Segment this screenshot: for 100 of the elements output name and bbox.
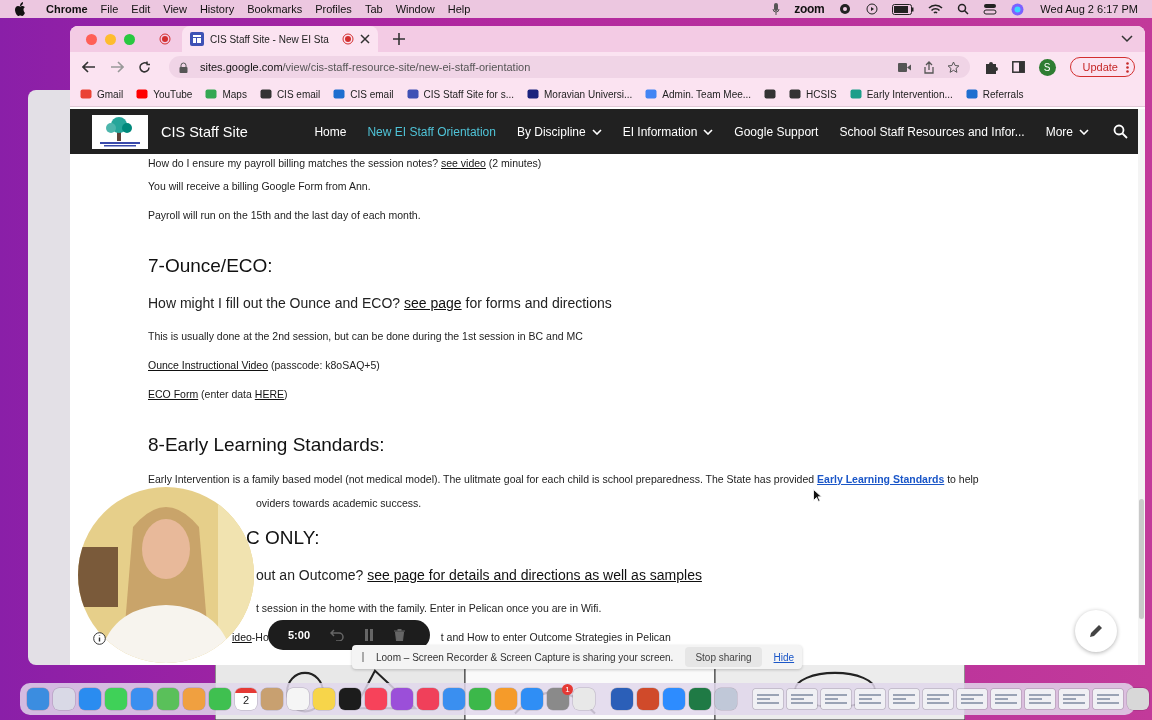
pause-icon[interactable]	[364, 629, 375, 641]
paragraph: You will receive a billing Google Form from Ann.	[148, 179, 371, 192]
scrollbar-thumb[interactable]	[1139, 499, 1144, 619]
trash-icon[interactable]	[394, 629, 406, 641]
menu-item[interactable]: Bookmarks	[247, 3, 303, 15]
clock[interactable]: Wed Aug 2 6:17 PM	[1040, 3, 1138, 15]
window-thumbnail[interactable]	[923, 689, 953, 709]
hide-link[interactable]: Hide	[773, 651, 795, 663]
link[interactable]: see video	[441, 156, 486, 169]
bookmark[interactable]: HCSIS	[789, 88, 837, 100]
window-thumbnail[interactable]	[787, 689, 817, 709]
bookmark[interactable]: Admin. Team Mee...	[645, 88, 752, 100]
window-thumbnail[interactable]	[1059, 689, 1089, 709]
wifi-icon[interactable]	[928, 3, 944, 15]
sites-icon	[190, 32, 204, 46]
paragraph: t and How to enter Outcome Strategies in Pelican	[440, 630, 671, 643]
nav-link[interactable]: By Discipline	[516, 124, 602, 139]
menu-item[interactable]: Edit	[131, 3, 151, 15]
chevron-down-icon[interactable]	[1121, 35, 1133, 43]
reload-icon[interactable]	[138, 60, 151, 74]
window-thumbnail[interactable]	[889, 689, 919, 709]
nav-link[interactable]: More	[1045, 124, 1089, 139]
menu-item[interactable]: Help	[447, 3, 471, 15]
paragraph: t session in the home with the family. Enter in Pelican once you are in Wifi.	[256, 601, 602, 614]
subheading: out an Outcome? see page for details and directions as well as samples	[256, 567, 702, 583]
window-thumbnail[interactable]	[855, 689, 885, 709]
star-icon[interactable]	[946, 60, 960, 74]
drag-handle-icon[interactable]	[362, 652, 364, 662]
nav-link[interactable]: EI Information	[622, 124, 714, 139]
side-panel-icon[interactable]	[1011, 61, 1025, 73]
bookmark[interactable]: CIS Staff Site for s...	[406, 88, 514, 100]
nav-link[interactable]: Google Support	[734, 124, 819, 139]
window-thumbnail[interactable]	[991, 689, 1021, 709]
calendar-app-icon[interactable]: 2	[235, 688, 257, 710]
bookmark[interactable]: YouTube	[136, 88, 193, 100]
link[interactable]: Ounce Instructional Video	[148, 358, 269, 371]
bookmark[interactable]: Early Intervention...	[849, 88, 953, 100]
window-thumbnail[interactable]	[821, 689, 851, 709]
bookmark[interactable]: Gmail	[80, 88, 124, 100]
browser-tab[interactable]: CIS Staff Site - New EI Sta	[182, 26, 378, 52]
zoom-menu[interactable]: zoom	[794, 2, 825, 16]
window-thumbnail[interactable]	[1025, 689, 1055, 709]
search-icon[interactable]	[1113, 124, 1128, 139]
paragraph: Payroll will run on the 15th and the last day of each month.	[148, 208, 421, 221]
microphone-icon[interactable]	[772, 3, 781, 15]
menu-item[interactable]: Window	[395, 3, 435, 15]
menu-item[interactable]: File	[100, 3, 119, 15]
back-icon[interactable]	[82, 61, 96, 73]
bookmark-button-icon[interactable]	[764, 88, 777, 100]
window-thumbnail[interactable]	[1093, 689, 1123, 709]
profile-avatar[interactable]: S	[1038, 58, 1056, 76]
window-thumbnail[interactable]	[753, 689, 783, 709]
paragraph: How do I ensure my payroll billing matches the session notes? see video (2 minutes)	[148, 156, 542, 169]
chevron-down-icon	[1079, 128, 1089, 135]
menu-item[interactable]: Profiles	[315, 3, 352, 15]
nav-link[interactable]: School Staff Resources and Infor...	[839, 124, 1025, 139]
bookmark[interactable]: Moravian Universi...	[527, 88, 633, 100]
menu-item[interactable]: Tab	[364, 3, 383, 15]
address-bar[interactable]: sites.google.com/view/cis-staff-resource-site/new-ei-staff-orientation	[169, 56, 970, 78]
link[interactable]: see page	[404, 295, 462, 311]
close-icon[interactable]	[360, 34, 370, 44]
tree-logo-icon[interactable]	[92, 114, 148, 149]
bookmark[interactable]: Maps	[205, 88, 247, 100]
lock-icon	[179, 61, 188, 73]
link[interactable]: HERE	[254, 387, 284, 400]
apple-icon[interactable]	[14, 2, 26, 16]
camera-icon[interactable]	[897, 62, 911, 72]
puzzle-icon[interactable]	[983, 60, 998, 74]
new-tab-icon[interactable]	[393, 33, 405, 45]
app-menu[interactable]: Chrome	[46, 3, 88, 15]
nav-link[interactable]: Home	[314, 124, 347, 139]
bookmark[interactable]: Referrals	[965, 88, 1024, 100]
link[interactable]: ECO Form	[148, 387, 199, 400]
menu-item[interactable]: View	[163, 3, 187, 15]
bookmark[interactable]: CIS email	[333, 88, 394, 100]
bookmark[interactable]: CIS email	[259, 88, 321, 100]
share-icon[interactable]	[922, 60, 935, 74]
window-thumbnail[interactable]	[957, 689, 987, 709]
notification-badge: 1	[562, 684, 573, 695]
nav-link[interactable]: New EI Staff Orientation	[367, 124, 496, 139]
battery-icon[interactable]	[892, 3, 915, 15]
zoom-window-button[interactable]	[124, 33, 135, 45]
paragraph: oviders towards academic success.	[256, 497, 422, 509]
play-icon[interactable]	[866, 3, 879, 15]
paragraph: ECO Form (enter data HERE)	[148, 387, 288, 400]
site-title[interactable]: CIS Staff Site	[161, 123, 248, 140]
link[interactable]: see page for details and directions as well as samples	[367, 567, 702, 583]
undo-icon[interactable]	[330, 629, 345, 641]
stop-sharing-button[interactable]: Stop sharing	[685, 647, 762, 667]
forward-icon[interactable]	[110, 61, 124, 73]
app-icon[interactable]	[339, 688, 361, 710]
menu-item[interactable]: History	[199, 3, 235, 15]
section-heading: C ONLY:	[246, 527, 320, 549]
toggles-icon[interactable]	[983, 3, 998, 15]
sharing-message: Loom – Screen Recorder & Screen Capture is sharing your screen.	[376, 651, 674, 663]
section-heading: 8-Early Learning Standards:	[148, 434, 385, 456]
subheading: How might I fill out the Ounce and ECO? see page for forms and directions	[148, 295, 612, 311]
link[interactable]: Early Learning Standards	[817, 472, 945, 485]
search-icon[interactable]	[957, 3, 970, 15]
close-window-button[interactable]	[86, 33, 97, 45]
